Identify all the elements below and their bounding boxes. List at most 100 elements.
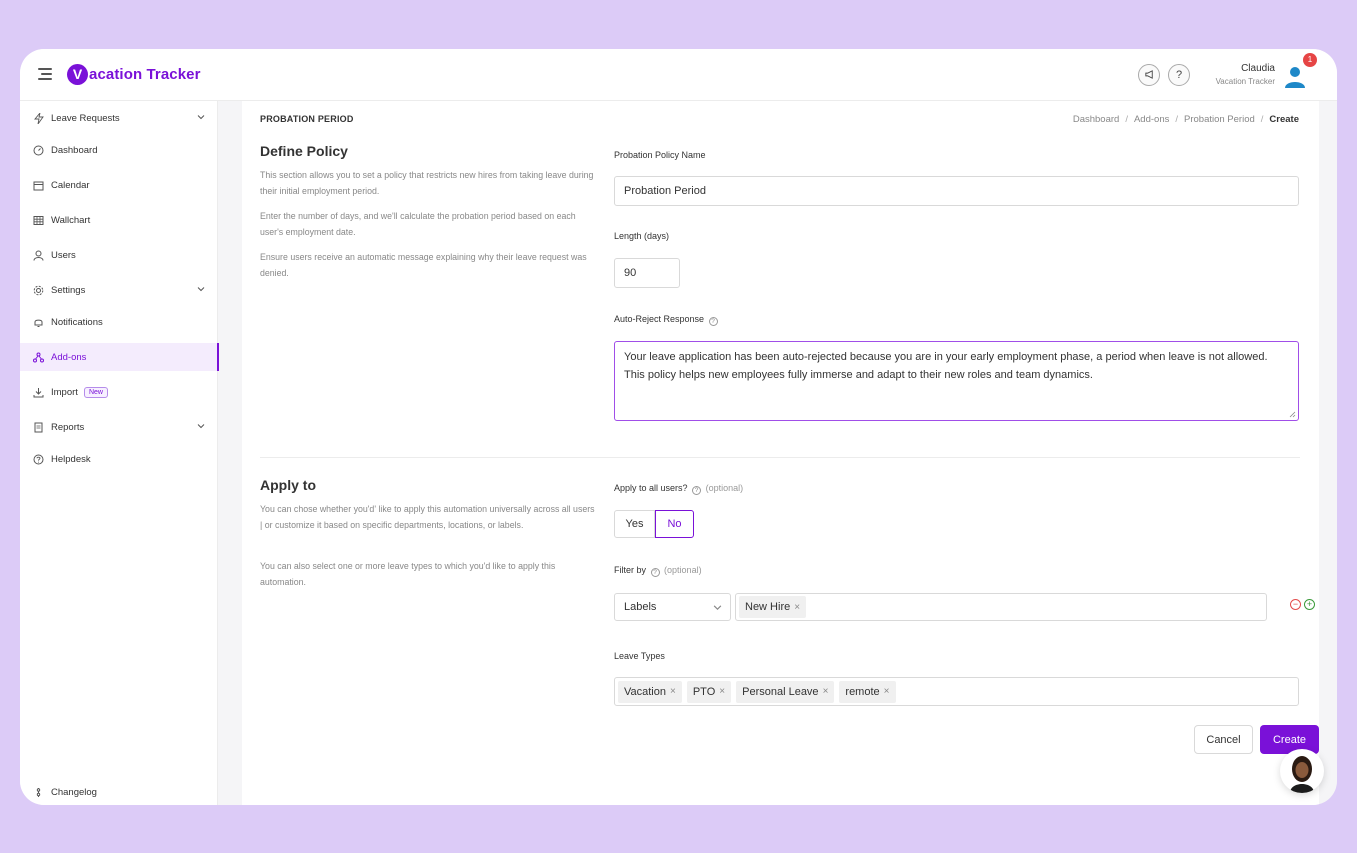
auto-reject-label-text: Auto-Reject Response <box>614 314 705 324</box>
auto-reject-textarea[interactable]: Your leave application has been auto-rej… <box>614 341 1299 421</box>
breadcrumb-probation-period[interactable]: Probation Period <box>1184 114 1255 125</box>
sidebar-item-label: Settings <box>51 284 86 296</box>
bolt-icon <box>33 112 44 124</box>
section-divider <box>260 457 1300 458</box>
add-filter-button[interactable]: + <box>1304 599 1315 610</box>
close-icon[interactable]: × <box>719 686 725 697</box>
filter-values-select[interactable]: New Hire × <box>735 593 1267 621</box>
sidebar: Leave Requests Dashboard Calendar Wallch… <box>20 101 219 805</box>
info-icon[interactable]: ? <box>650 568 660 577</box>
import-icon <box>33 387 44 398</box>
sidebar-item-dashboard[interactable]: Dashboard <box>20 136 218 164</box>
help-button[interactable]: ? <box>1168 64 1190 86</box>
leave-type-label: PTO <box>692 685 716 698</box>
support-chat-button[interactable] <box>1280 749 1324 793</box>
filter-by-label-text: Filter by <box>614 565 647 575</box>
logo-mark-icon: V <box>67 63 88 85</box>
leave-type-tag: Vacation × <box>618 680 682 703</box>
filter-type-select[interactable]: Labels <box>614 593 731 621</box>
new-badge: New <box>83 386 108 398</box>
breadcrumb-dashboard[interactable]: Dashboard <box>1073 114 1119 125</box>
dashboard-icon <box>33 145 44 156</box>
addons-icon <box>33 352 44 363</box>
notification-badge: 1 <box>1303 53 1317 67</box>
optional-text: (optional) <box>664 565 702 575</box>
filter-type-value: Labels <box>624 601 657 613</box>
sidebar-item-import[interactable]: Import New <box>20 378 218 406</box>
sidebar-item-add-ons[interactable]: Add-ons <box>20 343 219 371</box>
announcement-button[interactable] <box>1138 64 1160 86</box>
chevron-down-icon <box>713 604 722 610</box>
breadcrumb-add-ons[interactable]: Add-ons <box>1134 114 1169 125</box>
calendar-icon <box>33 180 44 191</box>
apply-all-users-label-text: Apply to all users? <box>614 483 688 493</box>
sidebar-item-helpdesk[interactable]: Helpdesk <box>20 445 218 473</box>
leave-type-tag: Personal Leave × <box>736 680 835 703</box>
user-icon <box>33 250 44 261</box>
sidebar-item-label: Calendar <box>51 179 90 191</box>
page-title: PROBATION PERIOD <box>260 114 354 124</box>
apply-all-no-button[interactable]: No <box>655 510 694 538</box>
sidebar-item-settings[interactable]: Settings <box>20 276 218 304</box>
sidebar-item-changelog[interactable]: Changelog <box>20 778 218 805</box>
policy-name-label: Probation Policy Name <box>614 150 706 160</box>
sidebar-item-label: Leave Requests <box>51 112 120 124</box>
define-policy-description-3: Ensure users receive an automatic messag… <box>260 252 587 278</box>
support-agent-avatar-icon <box>1290 756 1314 793</box>
sidebar-item-notifications[interactable]: Notifications <box>20 308 218 336</box>
info-icon[interactable]: ? <box>708 317 718 326</box>
length-label: Length (days) <box>614 231 670 241</box>
cancel-button[interactable]: Cancel <box>1194 725 1253 754</box>
auto-reject-text: Your leave application has been auto-rej… <box>624 351 1268 381</box>
sidebar-item-label: Users <box>51 249 76 261</box>
define-policy-description-1: This section allows you to set a policy … <box>260 170 594 196</box>
app-logo[interactable]: V acation Tracker <box>67 63 201 85</box>
define-policy-description-2: Enter the number of days, and we'll calc… <box>260 211 576 237</box>
filter-tag-label: New Hire <box>745 601 791 613</box>
menu-toggle-icon[interactable] <box>38 68 52 80</box>
gear-icon <box>33 285 44 296</box>
user-company: Vacation Tracker <box>1215 77 1275 86</box>
define-policy-title: Define Policy <box>260 143 348 159</box>
megaphone-icon <box>1144 70 1153 79</box>
apply-all-users-label: Apply to all users? ? (optional) <box>614 483 743 495</box>
sidebar-item-label: Reports <box>51 421 85 433</box>
sidebar-item-label: Helpdesk <box>51 453 91 465</box>
resize-handle-icon[interactable] <box>1289 411 1296 418</box>
info-icon[interactable]: ? <box>692 486 702 495</box>
close-icon[interactable]: × <box>794 602 800 613</box>
filter-tag: New Hire × <box>739 596 807 618</box>
sidebar-item-label: Changelog <box>51 786 97 798</box>
sidebar-item-reports[interactable]: Reports <box>20 413 218 441</box>
sidebar-item-calendar[interactable]: Calendar <box>20 171 218 199</box>
report-icon <box>33 422 44 433</box>
avatar[interactable] <box>1283 64 1307 88</box>
changelog-icon <box>33 787 44 798</box>
length-days-input[interactable]: 90 <box>614 258 680 288</box>
leave-type-tag: PTO × <box>686 680 732 703</box>
help-icon <box>33 454 44 465</box>
breadcrumb: Dashboard / Add-ons / Probation Period / Cr… <box>1072 114 1299 125</box>
bell-icon <box>33 317 44 328</box>
leave-type-label: Personal Leave <box>742 685 819 698</box>
close-icon[interactable]: × <box>823 686 829 697</box>
top-header: V acation Tracker ? Claudia Vacation Tra… <box>20 49 1337 101</box>
leave-types-select[interactable]: Vacation × PTO × Personal Leave × remote × <box>614 677 1299 706</box>
sidebar-item-label: Add-ons <box>51 351 87 363</box>
sidebar-item-label: Wallchart <box>51 214 91 226</box>
remove-filter-button[interactable]: − <box>1290 599 1301 610</box>
apply-to-description-1: You can chose whether you'd' like to app… <box>260 504 595 530</box>
policy-name-input[interactable]: Probation Period <box>614 176 1299 206</box>
close-icon[interactable]: × <box>884 686 890 697</box>
close-icon[interactable]: × <box>670 686 676 697</box>
apply-all-yes-button[interactable]: Yes <box>614 510 655 538</box>
sidebar-item-wallchart[interactable]: Wallchart <box>20 206 218 234</box>
sidebar-item-users[interactable]: Users <box>20 241 218 269</box>
sidebar-item-label: Notifications <box>51 316 103 328</box>
breadcrumb-current: Create <box>1269 114 1299 125</box>
sidebar-item-leave-requests[interactable]: Leave Requests <box>20 104 218 132</box>
user-name: Claudia <box>1241 63 1275 74</box>
leave-type-tag: remote × <box>839 680 896 703</box>
sidebar-item-label: Import <box>51 386 78 398</box>
filter-by-label: Filter by ? (optional) <box>614 565 702 577</box>
